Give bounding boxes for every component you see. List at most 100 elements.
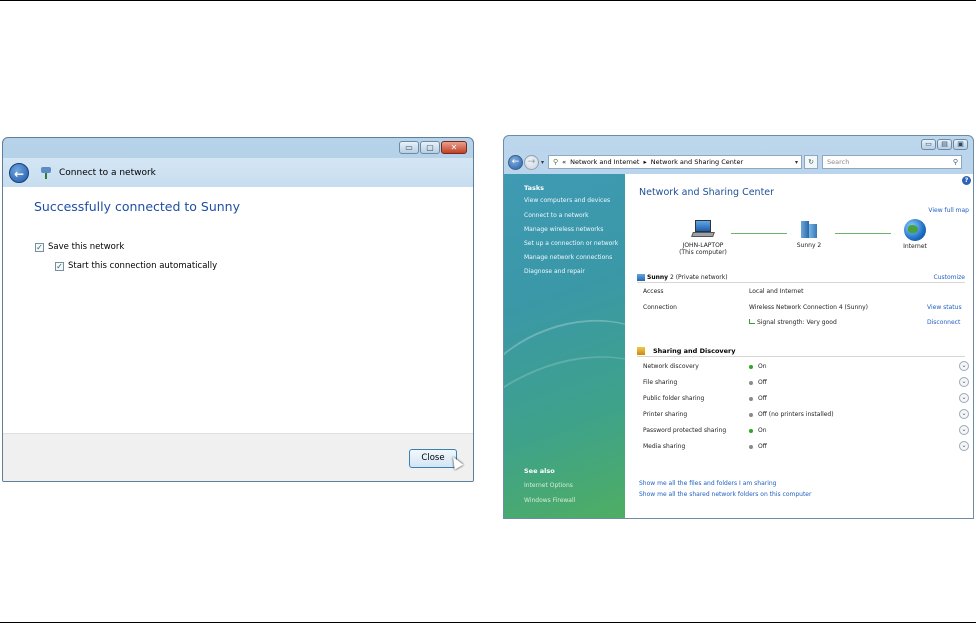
status-off-icon xyxy=(749,396,753,401)
access-label: Access xyxy=(643,288,664,295)
sharing-row-name: Password protected sharing xyxy=(643,427,727,434)
breadcrumb-network-internet[interactable]: Network and Internet xyxy=(570,158,639,166)
expand-chevron-icon[interactable]: ⌄ xyxy=(959,409,969,419)
expand-chevron-icon[interactable]: ⌄ xyxy=(959,441,969,451)
expand-chevron-icon[interactable]: ⌄ xyxy=(959,393,969,403)
sharing-row-status-text: Off (no printers installed) xyxy=(758,411,834,418)
sharing-row-name: Public folder sharing xyxy=(643,395,705,402)
back-arrow-icon[interactable]: ← xyxy=(508,154,523,170)
status-off-icon xyxy=(749,380,753,385)
sharing-row-name: File sharing xyxy=(643,379,678,386)
close-window-button[interactable]: ✕ xyxy=(441,141,467,154)
sidebar-item-windows-firewall[interactable]: Windows Firewall xyxy=(524,497,575,504)
address-row: ← → ▾ ⚲ « Network and Internet ▸ Network… xyxy=(504,152,973,172)
show-shared-folders-link[interactable]: Show me all the shared network folders o… xyxy=(639,491,811,498)
start-auto-row[interactable]: ✓ Start this connection automatically xyxy=(55,261,217,271)
expand-chevron-icon[interactable]: ⌄ xyxy=(959,377,969,387)
computer-name: JOHN-LAPTOP xyxy=(682,242,724,249)
nsc-close-button[interactable]: ▣ xyxy=(953,139,968,150)
success-heading: Successfully connected to Sunny xyxy=(34,199,241,214)
network-bench-icon xyxy=(637,273,645,281)
connection-value: Wireless Network Connection 4 (Sunny) xyxy=(749,304,869,311)
search-input[interactable]: Search ⚲ xyxy=(822,155,963,169)
expand-chevron-icon[interactable]: ⌄ xyxy=(959,361,969,371)
sharing-row: Media sharing Off ⌄ xyxy=(643,439,969,455)
top-rule xyxy=(0,0,976,1)
dialog-nav-row: ← Connect to a network xyxy=(3,158,473,187)
sharing-row: Password protected sharing On ⌄ xyxy=(643,423,969,439)
status-off-icon xyxy=(749,444,753,449)
sharing-row: Public folder sharing Off ⌄ xyxy=(643,391,969,407)
recent-pages-chevron-icon[interactable]: ▾ xyxy=(541,159,544,166)
sharing-row-name: Media sharing xyxy=(643,443,686,450)
disconnect-link[interactable]: Disconnect xyxy=(927,319,960,326)
breadcrumb-network-sharing-center[interactable]: Network and Sharing Center xyxy=(651,158,743,166)
address-prefix[interactable]: « xyxy=(562,158,566,166)
help-icon[interactable]: ? xyxy=(962,176,971,185)
network-folder-icon: ⚲ xyxy=(553,158,559,166)
view-status-link[interactable]: View status xyxy=(927,304,962,311)
start-auto-label: Start this connection automatically xyxy=(68,261,218,271)
show-shared-files-link[interactable]: Show me all the files and folders I am s… xyxy=(639,480,776,487)
nsc-minimize-button[interactable]: ▭ xyxy=(921,139,936,150)
nsc-maximize-button[interactable]: ▤ xyxy=(937,139,952,150)
address-bar[interactable]: ⚲ « Network and Internet ▸ Network and S… xyxy=(548,155,803,169)
sidebar-item-manage-connections[interactable]: Manage network connections xyxy=(524,254,612,261)
internet-label: Internet xyxy=(903,243,927,250)
map-network-node: Sunny 2 xyxy=(789,218,829,249)
sharing-row-status-text: Off xyxy=(758,395,767,402)
sidebar-item-internet-options[interactable]: Internet Options xyxy=(524,482,573,489)
breadcrumb-separator[interactable]: ▸ xyxy=(643,158,646,166)
map-computer-node: JOHN-LAPTOP (This computer) xyxy=(677,220,729,256)
network-type: 2 (Private network) xyxy=(669,273,728,281)
sidebar-item-manage-wireless[interactable]: Manage wireless networks xyxy=(524,226,603,233)
save-network-label: Save this network xyxy=(48,242,125,252)
network-header: Sunny 2 (Private network) Customize xyxy=(637,272,965,283)
minimize-button[interactable]: ▭ xyxy=(399,141,419,154)
sidebar-item-diagnose-repair[interactable]: Diagnose and repair xyxy=(524,268,585,275)
view-full-map-link[interactable]: View full map xyxy=(928,207,969,214)
sharing-icon xyxy=(637,346,645,355)
nsc-main-pane: ? Network and Sharing Center View full m… xyxy=(625,174,973,518)
sidebar-item-view-computers[interactable]: View computers and devices xyxy=(524,197,610,204)
save-network-row[interactable]: ✓ Save this network xyxy=(35,242,124,252)
network-map-name: Sunny 2 xyxy=(796,242,822,249)
network-sharing-center-window: ▭ ▤ ▣ ← → ▾ ⚲ « Network and Internet ▸ N… xyxy=(503,135,974,519)
refresh-icon[interactable]: ↻ xyxy=(804,155,819,169)
map-link-line xyxy=(835,233,891,234)
sharing-row-status-text: Off xyxy=(758,379,767,386)
save-network-checkbox[interactable]: ✓ xyxy=(35,242,44,252)
access-value: Local and Internet xyxy=(749,288,804,295)
sharing-row-name: Printer sharing xyxy=(643,411,688,418)
network-icon xyxy=(799,218,819,240)
task-sidebar: Tasks View computers and devices Connect… xyxy=(504,174,625,518)
dialog-content: Successfully connected to Sunny ✓ Save t… xyxy=(3,187,473,433)
sharing-row-status: Off xyxy=(749,379,767,386)
computer-sub: (This computer) xyxy=(679,249,727,256)
customize-link[interactable]: Customize xyxy=(934,274,966,281)
sidebar-item-connect-network[interactable]: Connect to a network xyxy=(524,212,589,219)
tasks-heading: Tasks xyxy=(524,184,545,192)
connect-dialog: ▭ ▢ ✕ ← Connect to a network Successfull… xyxy=(2,137,474,482)
caption-buttons: ▭ ▢ ✕ xyxy=(399,141,467,154)
forward-arrow-icon[interactable]: → xyxy=(524,154,539,170)
map-internet-node: Internet xyxy=(895,219,935,250)
maximize-button[interactable]: ▢ xyxy=(420,141,440,154)
sharing-row: Printer sharing Off (no printers install… xyxy=(643,407,969,423)
map-link-line xyxy=(731,233,787,234)
sidebar-item-setup-connection[interactable]: Set up a connection or network xyxy=(524,240,618,247)
sharing-row-name: Network discovery xyxy=(643,363,699,370)
sharing-row-status: On xyxy=(749,363,767,370)
nsc-caption-buttons: ▭ ▤ ▣ xyxy=(921,139,968,150)
network-icon xyxy=(39,166,53,180)
sharing-row: Network discovery On ⌄ xyxy=(643,359,969,375)
search-icon[interactable]: ⚲ xyxy=(953,158,958,166)
address-dropdown-icon[interactable]: ▾ xyxy=(795,159,798,166)
page-title: Network and Sharing Center xyxy=(639,187,775,198)
sharing-title: Sharing and Discovery xyxy=(653,346,736,355)
back-arrow-icon[interactable]: ← xyxy=(9,162,29,183)
expand-chevron-icon[interactable]: ⌄ xyxy=(959,425,969,435)
start-auto-checkbox[interactable]: ✓ xyxy=(55,261,64,271)
laptop-icon xyxy=(691,220,715,240)
dialog-titlebar[interactable]: ▭ ▢ ✕ xyxy=(3,138,473,158)
